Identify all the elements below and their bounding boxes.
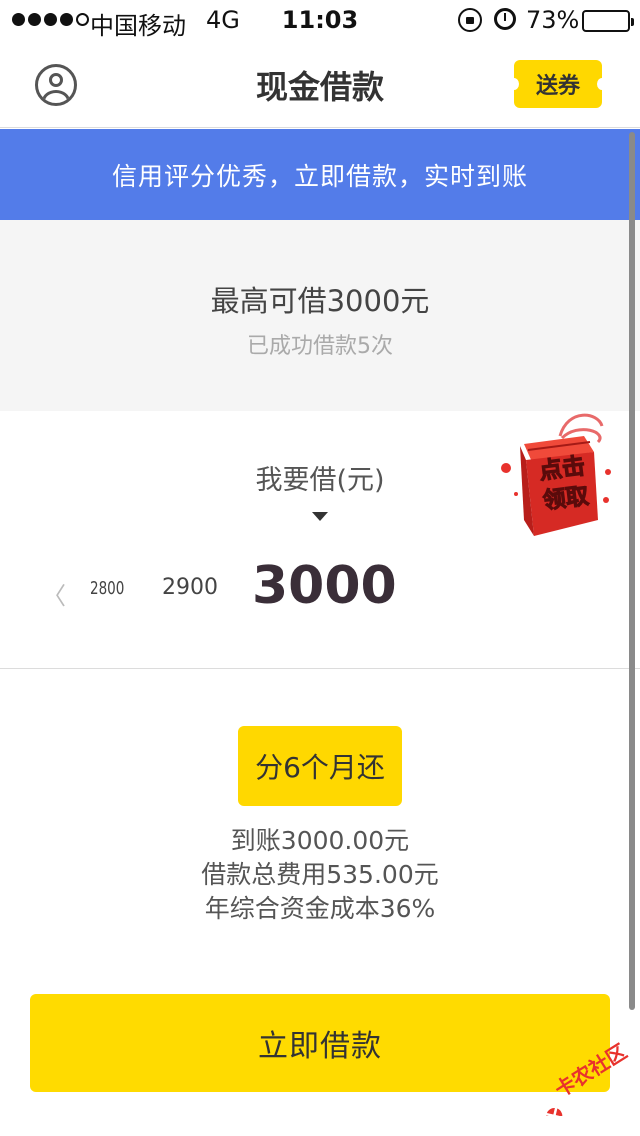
scrollbar[interactable] — [629, 132, 635, 1010]
total-fee-text: 借款总费用535.00元 — [201, 860, 439, 889]
selector-pointer-icon — [312, 512, 328, 521]
success-count-text: 已成功借款5次 — [247, 334, 393, 359]
status-bar: 中国移动 4G 11:03 73% — [0, 0, 640, 40]
battery-icon — [582, 10, 634, 32]
battery-percent: 73% — [526, 6, 580, 34]
watermark-logo: 卡农社区 — [532, 1039, 636, 1125]
received-amount-text: 到账3000.00元 — [230, 826, 410, 855]
promo-banner: 信用评分优秀，立即借款，实时到账 — [0, 129, 640, 220]
chevron-left-icon[interactable]: 〈 — [42, 576, 66, 611]
rotation-lock-icon — [458, 8, 482, 32]
nav-bar: 现金借款 送券 — [0, 40, 640, 128]
annual-cost-text: 年综合资金成本36% — [204, 894, 436, 923]
installment-button[interactable]: 分6个月还 — [238, 726, 402, 806]
amount-selected[interactable]: 3000 — [252, 556, 397, 616]
coupon-button[interactable]: 送券 — [509, 60, 607, 108]
amount-option-2800[interactable]: 2800 — [90, 578, 124, 599]
max-amount-text: 最高可借3000元 — [210, 284, 430, 318]
alarm-icon — [494, 8, 516, 30]
loan-details: 到账3000.00元 借款总费用535.00元 年综合资金成本36% — [0, 824, 640, 926]
divider — [0, 668, 640, 669]
amount-option-2900[interactable]: 2900 — [162, 575, 218, 600]
credit-summary: 最高可借3000元 已成功借款5次 — [0, 220, 640, 411]
borrow-now-button[interactable]: 立即借款 — [30, 994, 610, 1092]
gift-box-icon[interactable]: 点击 领取 — [498, 408, 614, 540]
